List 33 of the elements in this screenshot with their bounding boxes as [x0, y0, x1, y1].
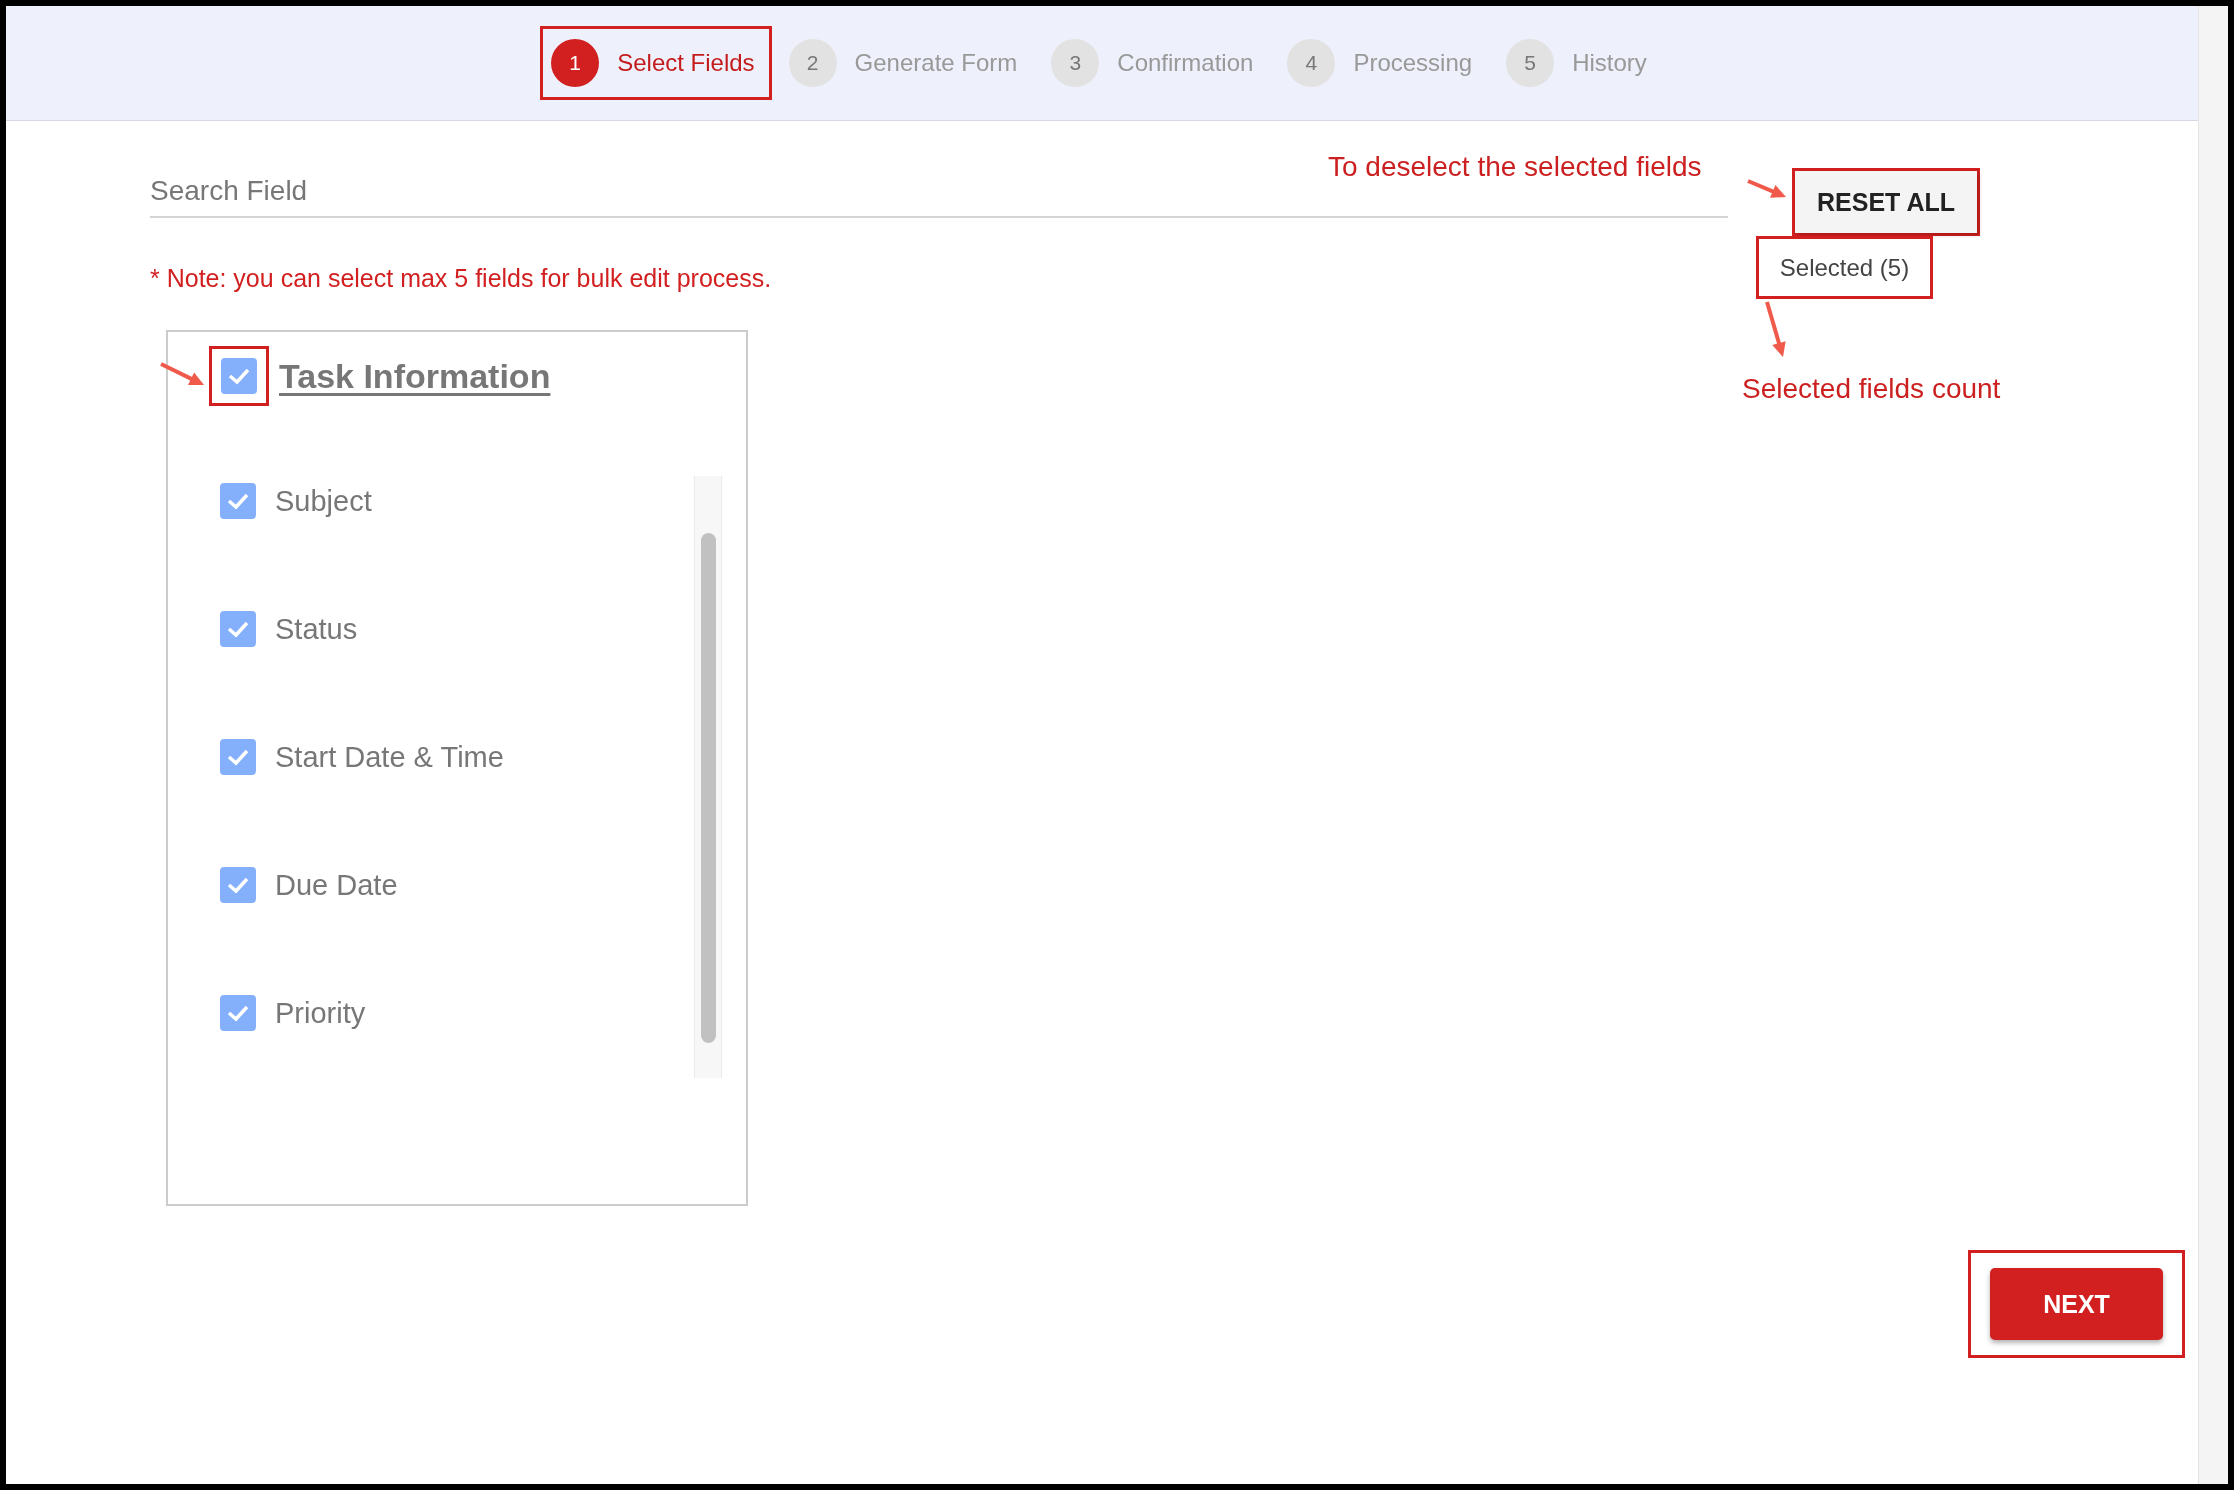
reset-all-button[interactable]: RESET ALL	[1795, 171, 1977, 233]
checkbox[interactable]	[220, 739, 256, 775]
checkbox[interactable]	[220, 867, 256, 903]
selected-count: Selected (5)	[1779, 253, 1910, 282]
field-label: Priority	[275, 996, 366, 1030]
field-label: Start Date & Time	[275, 740, 504, 774]
checkbox[interactable]	[220, 611, 256, 647]
field-label: Due Date	[275, 868, 398, 902]
step-tab[interactable]: 2 Generate Form	[788, 39, 1018, 87]
step-tab[interactable]: 1 Select Fields	[551, 39, 755, 87]
scrollbar[interactable]	[694, 476, 722, 1078]
annotation-arrow	[1765, 301, 1786, 357]
check-icon	[226, 492, 250, 510]
scrollbar-thumb[interactable]	[700, 533, 716, 1043]
checkbox[interactable]	[220, 483, 256, 519]
annotation-text: Selected fields count	[1742, 373, 2001, 405]
check-icon	[226, 620, 250, 638]
step-tab[interactable]: 3 Confirmation	[1051, 39, 1254, 87]
annotation-arrow	[1747, 179, 1786, 198]
field-label: Status	[275, 612, 358, 646]
check-icon	[226, 876, 250, 894]
check-icon	[227, 367, 251, 385]
check-icon	[226, 748, 250, 766]
check-icon	[226, 1004, 250, 1022]
step-tab[interactable]: 4 Processing	[1287, 39, 1473, 87]
next-button[interactable]: NEXT	[1990, 1268, 2163, 1340]
note-text: * Note: you can select max 5 fields for bulk edit process.	[150, 263, 773, 294]
annotation-arrow	[160, 362, 204, 385]
field-label: Subject	[275, 484, 372, 518]
step-tab[interactable]: 5 History	[1506, 39, 1647, 87]
group-title: Task Information	[279, 356, 551, 396]
checkbox[interactable]	[221, 358, 257, 394]
checkbox[interactable]	[220, 995, 256, 1031]
